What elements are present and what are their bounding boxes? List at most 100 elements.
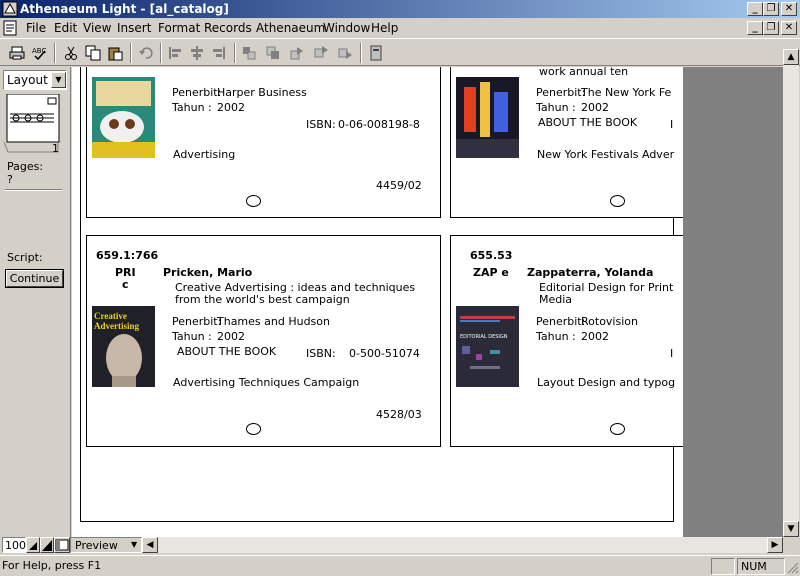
num-lock-text: NUM	[741, 560, 767, 573]
vertical-scrollbar[interactable]: ▲ ▼	[783, 49, 799, 537]
copy-icon[interactable]	[82, 43, 104, 63]
call-suffix: c	[122, 278, 129, 291]
menu-records[interactable]: Records	[204, 21, 252, 35]
subject: New York Festivals Adver	[537, 148, 675, 161]
isbn-label: I	[670, 118, 674, 131]
year: 2002	[581, 101, 609, 114]
mode-select[interactable]: Preview ▼	[70, 537, 142, 553]
document-icon[interactable]	[2, 20, 18, 36]
subject: Advertising	[173, 148, 236, 161]
call-code: ZAP e	[473, 266, 509, 279]
menu-format[interactable]: Format	[158, 21, 200, 35]
divider	[5, 189, 62, 191]
bring-front-icon[interactable]	[262, 43, 284, 63]
menu-athenaeum[interactable]: Athenaeum	[256, 21, 325, 35]
tahun-label: Tahun :	[172, 330, 212, 343]
menu-file[interactable]: File	[26, 21, 46, 35]
undo-icon[interactable]	[135, 43, 157, 63]
chevron-down-icon[interactable]: ▼	[51, 72, 66, 88]
selection-radio[interactable]	[610, 195, 625, 207]
record-number: 4528/03	[376, 408, 422, 421]
menu-insert[interactable]: Insert	[117, 21, 151, 35]
isbn-label: I	[670, 347, 674, 360]
record-number: 4459/02	[376, 179, 422, 192]
tahun-label: Tahun :	[536, 330, 576, 343]
record-layout-area: Penerbit: Harper Business Tahun : 2002 I…	[72, 67, 683, 537]
isbn-label: ISBN:	[306, 347, 336, 360]
penerbit-label: Penerbit:	[172, 315, 222, 328]
help-book-icon[interactable]	[365, 43, 387, 63]
restore-icon[interactable]: ❐	[763, 2, 779, 16]
about-the-book-link[interactable]: ABOUT THE BOOK	[177, 345, 276, 358]
menu-help[interactable]: Help	[371, 21, 398, 35]
paste-icon[interactable]	[104, 43, 126, 63]
app-icon	[2, 1, 18, 17]
call-number: 659.1:766	[96, 249, 159, 262]
cut-icon[interactable]	[60, 43, 82, 63]
page-number: 1	[52, 142, 59, 155]
ungroup-icon[interactable]	[334, 43, 356, 63]
zoom-level-value: 100	[5, 539, 26, 552]
script-label: Script:	[7, 251, 43, 264]
about-the-book-link[interactable]: ABOUT THE BOOK	[538, 116, 637, 129]
menu-window[interactable]: Window	[323, 21, 370, 35]
author: Pricken, Mario	[163, 266, 253, 279]
menu-edit[interactable]: Edit	[54, 21, 77, 35]
scroll-right-icon[interactable]: ▶	[767, 537, 783, 553]
scroll-up-icon[interactable]: ▲	[783, 49, 799, 65]
zoom-out-icon[interactable]	[26, 537, 40, 553]
align-right-icon[interactable]	[208, 43, 230, 63]
tahun-label: Tahun :	[536, 101, 576, 114]
zoom-in-icon[interactable]	[40, 537, 54, 553]
selection-radio[interactable]	[610, 423, 625, 435]
selection-radio[interactable]	[246, 423, 261, 435]
menu-view[interactable]: View	[83, 21, 111, 35]
menu-bar: File Edit View Insert Format Records Ath…	[0, 18, 800, 38]
isbn-label: ISBN:	[306, 118, 336, 131]
spellcheck-icon[interactable]: ABC	[28, 43, 50, 63]
isbn-value: 0-06-008198-8	[338, 118, 420, 131]
status-bar: For Help, press F1 NUM	[0, 555, 800, 576]
layout-select[interactable]: Layout ... ▼	[3, 70, 67, 90]
doc-restore-icon[interactable]: ❐	[763, 21, 779, 35]
publisher: The New York Fe	[581, 86, 672, 99]
mode-select-value: Preview	[75, 539, 118, 552]
align-left-icon[interactable]	[164, 43, 186, 63]
zoom-level[interactable]: 100	[2, 537, 26, 553]
close-icon[interactable]: ✕	[781, 2, 797, 16]
continue-button[interactable]: Continue	[5, 269, 64, 288]
status-panel	[711, 558, 735, 575]
status-toggle-icon[interactable]	[54, 537, 70, 553]
record-card[interactable]: 655.53 ZAP e Zappaterra, Yolanda Editori…	[450, 235, 683, 447]
print-icon[interactable]	[6, 43, 28, 63]
subject: Advertising Techniques Campaign	[173, 376, 360, 389]
selection-radio[interactable]	[246, 195, 261, 207]
book-navigator[interactable]: 1	[3, 93, 62, 155]
group-icon[interactable]	[310, 43, 332, 63]
bottom-bar: 100 Preview ▼ ◀ ▶	[0, 537, 800, 554]
scroll-left-icon[interactable]: ◀	[142, 537, 158, 553]
year: 2002	[217, 101, 245, 114]
title-line-2: Media	[539, 293, 573, 306]
record-card[interactable]: Penerbit: Harper Business Tahun : 2002 I…	[86, 67, 441, 218]
num-lock-indicator: NUM	[737, 558, 785, 575]
align-center-icon[interactable]	[186, 43, 208, 63]
cover-title-line-1: Creative	[94, 311, 127, 321]
arrange-icon[interactable]	[238, 43, 260, 63]
scroll-down-icon[interactable]: ▼	[783, 521, 799, 537]
record-card[interactable]: 659.1:766 PRI c Pricken, Mario Creative …	[86, 235, 441, 447]
send-back-icon[interactable]	[286, 43, 308, 63]
resize-grip-icon[interactable]	[786, 561, 799, 574]
chevron-down-icon: ▼	[131, 540, 138, 549]
penerbit-label: Penerbit:	[536, 315, 586, 328]
doc-close-icon[interactable]: ✕	[781, 21, 797, 35]
horizontal-scrollbar[interactable]: ◀ ▶	[142, 537, 783, 553]
pages-label: Pages:	[7, 160, 44, 173]
minimize-icon[interactable]: _	[747, 2, 763, 16]
record-card[interactable]: work annual ten Penerbit: The New York F…	[450, 67, 683, 218]
year: 2002	[581, 330, 609, 343]
title-line-2: from the world's best campaign	[175, 293, 350, 306]
doc-minimize-icon[interactable]: _	[747, 21, 763, 35]
continue-button-label: Continue	[6, 270, 63, 287]
page-background	[683, 67, 783, 537]
